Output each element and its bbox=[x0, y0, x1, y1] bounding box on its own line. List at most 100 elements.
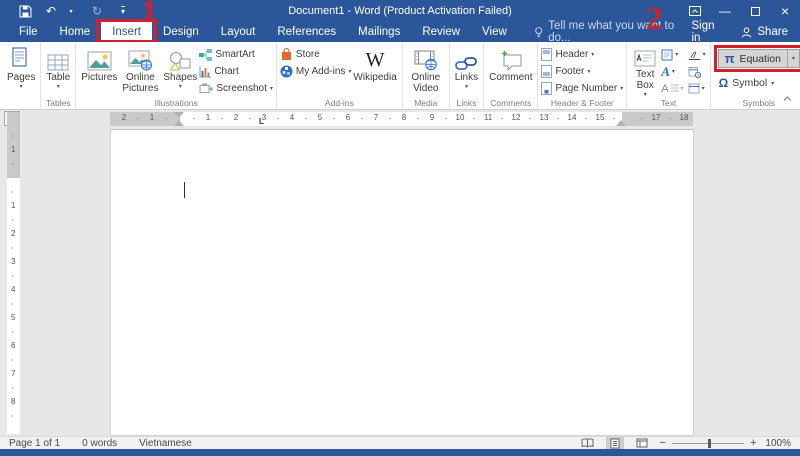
signature-line-icon bbox=[688, 51, 700, 60]
minimize-button[interactable]: — bbox=[710, 0, 740, 22]
drop-cap-icon: A bbox=[661, 82, 669, 95]
share-button[interactable]: Share bbox=[741, 26, 788, 38]
quick-parts-button[interactable]: ▾ bbox=[660, 46, 684, 63]
zoom-slider-handle[interactable] bbox=[707, 438, 711, 448]
tab-mailings[interactable]: Mailings bbox=[347, 22, 411, 42]
table-button[interactable]: Table ▾ bbox=[44, 44, 72, 98]
page-count[interactable]: Page 1 of 1 bbox=[9, 438, 60, 449]
object-button[interactable]: ▾ bbox=[687, 80, 707, 97]
text-cursor bbox=[184, 182, 185, 198]
group-comments: Comment Comments bbox=[484, 42, 539, 109]
tab-stop-marker[interactable]: L bbox=[259, 118, 264, 126]
save-icon bbox=[19, 5, 31, 17]
chevron-down-icon: ▾ bbox=[69, 8, 73, 15]
save-button[interactable] bbox=[12, 0, 38, 22]
footer-button[interactable]: Footer ▾ bbox=[541, 63, 623, 80]
tell-me-box[interactable]: Tell me what you want to do... bbox=[534, 20, 692, 44]
online-video-icon bbox=[414, 50, 437, 71]
tab-review[interactable]: Review bbox=[411, 22, 471, 42]
omega-icon: Ω bbox=[718, 76, 729, 90]
tell-me-label: Tell me what you want to do... bbox=[548, 20, 675, 44]
undo-icon: ↶ bbox=[45, 4, 57, 18]
chevron-down-icon: ▾ bbox=[671, 69, 675, 75]
pictures-button[interactable]: Pictures bbox=[79, 44, 119, 98]
tab-insert[interactable]: Insert bbox=[96, 19, 157, 43]
chevron-down-icon: ▾ bbox=[19, 84, 23, 90]
chevron-down-icon: ▾ bbox=[178, 84, 182, 90]
sign-in-link[interactable]: Sign in bbox=[692, 20, 722, 44]
print-layout-button[interactable] bbox=[605, 437, 624, 449]
document-page[interactable] bbox=[110, 129, 694, 436]
customize-qat-button[interactable]: ▾ bbox=[110, 0, 136, 22]
pages-button[interactable]: Pages ▾ bbox=[5, 44, 37, 98]
language-indicator[interactable]: Vietnamese bbox=[139, 438, 192, 449]
read-mode-button[interactable] bbox=[579, 437, 597, 449]
close-icon: × bbox=[780, 3, 790, 19]
my-addins-button[interactable]: My Add-ins ▾ bbox=[280, 63, 351, 80]
signature-line-button[interactable]: ▾ bbox=[687, 46, 707, 63]
date-time-button[interactable] bbox=[687, 63, 707, 80]
tab-references[interactable]: References bbox=[266, 22, 347, 42]
close-button[interactable]: × bbox=[770, 0, 800, 22]
web-layout-icon bbox=[636, 438, 648, 448]
group-media: Online Video Media bbox=[403, 42, 450, 109]
chevron-down-icon: ▾ bbox=[269, 85, 273, 92]
first-line-indent-marker[interactable] bbox=[174, 112, 184, 118]
word-count[interactable]: 0 words bbox=[82, 438, 117, 449]
group-tables: Table ▾ Tables bbox=[41, 42, 77, 109]
text-box-button[interactable]: Text Box ▾ bbox=[630, 44, 660, 98]
ribbon-display-options-button[interactable] bbox=[680, 0, 710, 22]
right-indent-marker[interactable] bbox=[616, 120, 626, 126]
header-button[interactable]: Header ▾ bbox=[541, 46, 623, 63]
equation-dropdown[interactable]: ▾ bbox=[786, 50, 799, 67]
web-layout-button[interactable] bbox=[633, 437, 651, 449]
zoom-in-button[interactable]: + bbox=[750, 437, 756, 449]
store-icon bbox=[281, 48, 291, 60]
tab-view[interactable]: View bbox=[471, 22, 518, 42]
redo-icon: ↻ bbox=[91, 4, 103, 18]
online-video-button[interactable]: Online Video bbox=[406, 44, 446, 98]
read-mode-icon bbox=[581, 438, 594, 448]
page-number-button[interactable]: Page Number ▾ bbox=[541, 80, 623, 97]
vertical-ruler: 1 1 2 3 4 5 6 7 8 · · · · · · · · · · · bbox=[7, 112, 20, 434]
group-label-addins: Add-ins bbox=[324, 98, 354, 108]
shapes-icon bbox=[169, 52, 191, 71]
tab-home[interactable]: Home bbox=[49, 22, 102, 42]
page-number-icon bbox=[541, 82, 553, 95]
tab-file[interactable]: File bbox=[8, 22, 49, 42]
drop-cap-button[interactable]: A ▾ bbox=[660, 80, 684, 97]
screenshot-button[interactable]: Screenshot ▾ bbox=[199, 80, 273, 97]
online-pictures-button[interactable]: Online Pictures bbox=[119, 44, 161, 98]
wordart-button[interactable]: A ▾ bbox=[660, 63, 684, 80]
collapse-ribbon-button[interactable] bbox=[783, 88, 792, 106]
zoom-level[interactable]: 100% bbox=[765, 438, 791, 449]
links-button[interactable]: Links ▾ bbox=[453, 44, 480, 98]
equation-button[interactable]: π Equation ▾ bbox=[717, 49, 800, 68]
zoom-slider[interactable] bbox=[671, 438, 744, 448]
word-window: ↶ ▾ ↻ ▾ Document1 - Word (Product Activa… bbox=[0, 0, 800, 456]
zoom-out-button[interactable]: − bbox=[660, 437, 666, 449]
comment-button[interactable]: Comment bbox=[487, 44, 534, 98]
tab-layout[interactable]: Layout bbox=[210, 22, 267, 42]
undo-dropdown[interactable]: ▾ bbox=[58, 0, 84, 22]
print-layout-icon bbox=[610, 438, 620, 448]
horizontal-ruler: 2 1 1 2 3 4 5 6 7 8 9 10 11 12 13 14 15 17 18 · · · · · · · · · · · · ·… bbox=[110, 112, 693, 126]
redo-button[interactable]: ↻ bbox=[84, 0, 110, 22]
hanging-indent-marker[interactable] bbox=[174, 120, 184, 126]
footer-icon bbox=[541, 65, 553, 78]
wikipedia-icon: W bbox=[365, 49, 385, 71]
chart-button[interactable]: Chart bbox=[199, 63, 273, 80]
header-icon bbox=[541, 48, 553, 61]
store-button[interactable]: Store bbox=[280, 46, 351, 63]
ribbon-tab-bar: File Home Insert Design Layout Reference… bbox=[0, 19, 800, 44]
group-text: Text Box ▾ ▾ A ▾ A ▾ ▾ ▾ Text bbox=[627, 42, 711, 109]
smartart-button[interactable]: SmartArt bbox=[199, 46, 273, 63]
maximize-button[interactable] bbox=[740, 0, 770, 22]
tab-design[interactable]: Design bbox=[152, 22, 210, 42]
shapes-button[interactable]: Shapes ▾ bbox=[161, 44, 199, 98]
symbol-button[interactable]: Ω Symbol ▾ bbox=[714, 74, 775, 92]
wikipedia-button[interactable]: W Wikipedia bbox=[351, 44, 398, 98]
group-label-media: Media bbox=[414, 98, 438, 108]
chevron-down-icon: ▾ bbox=[620, 85, 624, 92]
maximize-icon bbox=[750, 6, 760, 16]
